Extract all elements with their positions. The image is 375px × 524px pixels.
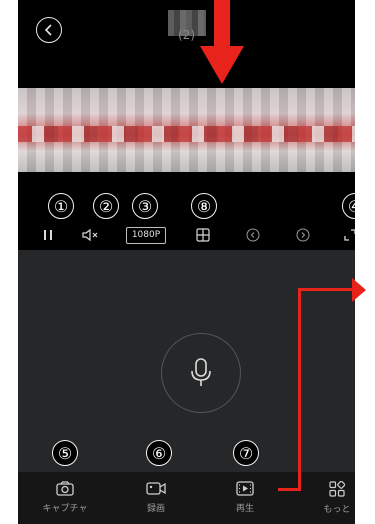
video-record-icon	[146, 482, 166, 495]
mute-button[interactable]	[78, 226, 104, 244]
callout-8: ⑧	[191, 193, 217, 219]
app-screen: (2) ① ② ③ ⑧ ④ 1080P ⑤ ⑥ ⑦ キャプチャ 録画 再生 もっ…	[18, 0, 355, 524]
nav-capture[interactable]: キャプチャ	[35, 481, 95, 514]
callout-5: ⑤	[52, 440, 78, 466]
fullscreen-button[interactable]	[342, 226, 355, 244]
nav-record[interactable]: 録画	[126, 481, 186, 514]
microphone-icon	[191, 358, 211, 386]
fullscreen-icon	[344, 229, 355, 241]
annotation-line	[298, 288, 301, 491]
speaker-mute-icon	[82, 228, 98, 242]
playback-icon	[236, 481, 254, 496]
annotation-line	[298, 288, 355, 291]
annotation-line	[278, 488, 300, 491]
nav-playback-label: 再生	[235, 504, 254, 514]
pause-button[interactable]	[38, 226, 58, 244]
annotation-arrow-icon	[200, 0, 244, 84]
grid-icon	[196, 228, 210, 242]
talk-button[interactable]	[161, 333, 241, 413]
more-grid-icon	[329, 481, 345, 497]
video-content	[18, 126, 355, 142]
nav-capture-label: キャプチャ	[42, 504, 88, 514]
split-view-button[interactable]	[193, 226, 213, 244]
callout-7: ⑦	[233, 440, 259, 466]
camera-icon	[56, 481, 74, 496]
resolution-label: 1080P	[126, 226, 166, 244]
pause-icon	[44, 230, 52, 240]
callout-1: ①	[48, 193, 74, 219]
nav-record-label: 録画	[146, 504, 165, 514]
intercom-area	[18, 250, 355, 472]
chevron-left-circle-icon	[246, 228, 260, 242]
callout-6: ⑥	[146, 440, 172, 466]
nav-more[interactable]: もっと	[307, 481, 355, 515]
callout-2: ②	[93, 193, 119, 219]
callout-3: ③	[132, 193, 158, 219]
nav-more-label: もっと	[323, 505, 351, 515]
chevron-right-circle-icon	[296, 228, 310, 242]
resolution-button[interactable]: 1080P	[124, 226, 168, 244]
top-bar: (2)	[18, 0, 355, 88]
annotation-arrowhead-icon	[352, 278, 366, 302]
live-video[interactable]	[18, 88, 355, 172]
bottom-nav: キャプチャ 録画 再生 もっと	[18, 472, 355, 524]
previous-camera-button[interactable]	[244, 226, 262, 244]
camera-title: (2)	[178, 28, 195, 42]
nav-playback[interactable]: 再生	[215, 481, 275, 514]
next-camera-button[interactable]	[294, 226, 312, 244]
